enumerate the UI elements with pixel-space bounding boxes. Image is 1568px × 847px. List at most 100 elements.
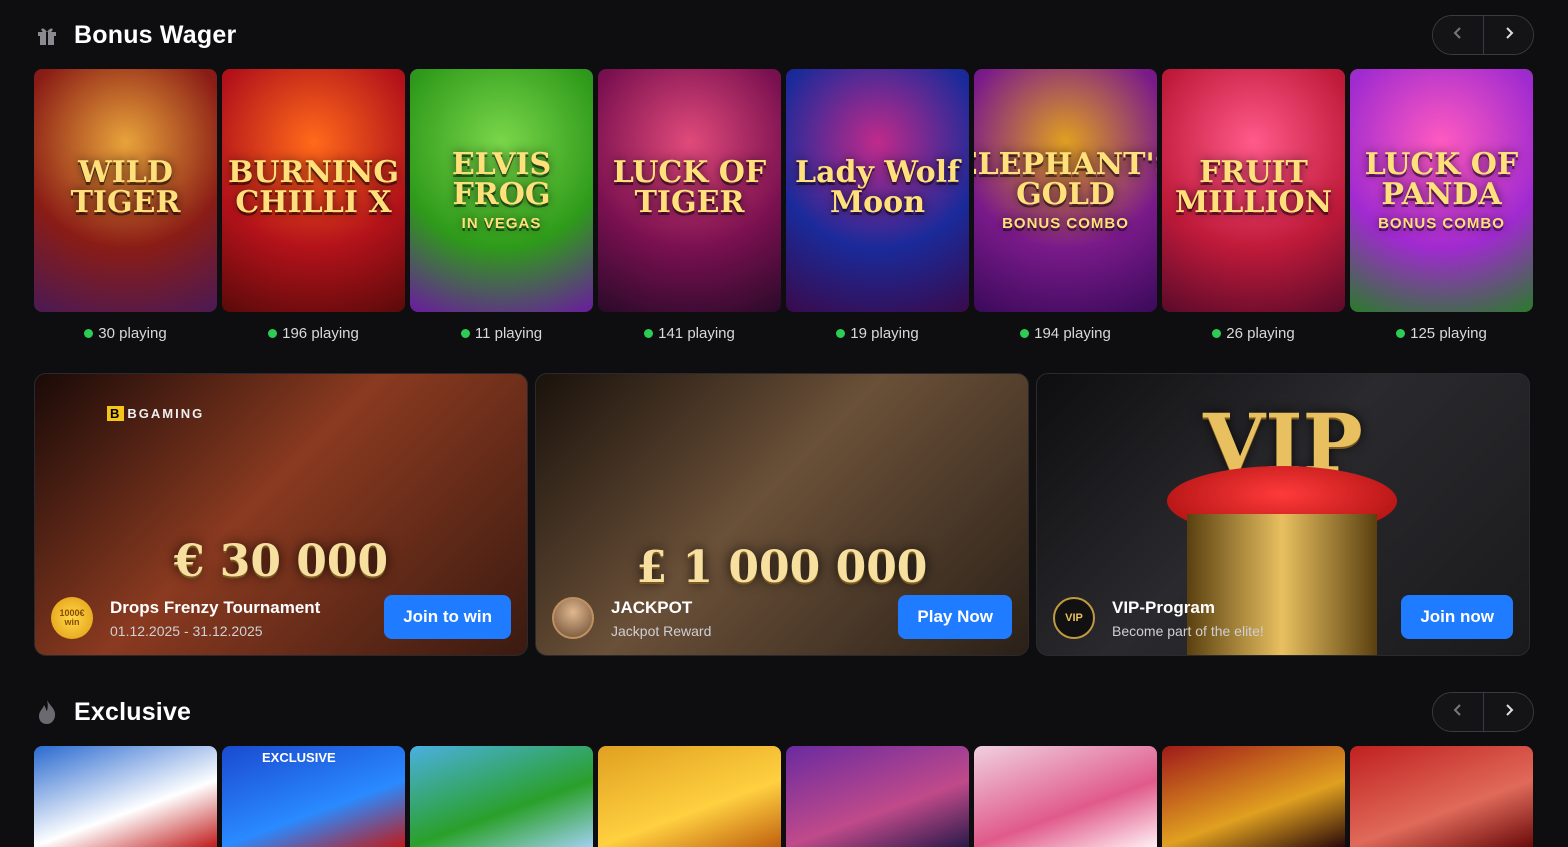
promo-vip[interactable]: VIP VIP VIP-Program Become part of the e…	[1036, 373, 1530, 656]
playing-text: 26 playing	[1226, 325, 1295, 342]
playing-text: 125 playing	[1410, 325, 1487, 342]
player-count: 19 playing	[786, 325, 969, 342]
game-thumbnail[interactable]	[1350, 746, 1533, 847]
game-card[interactable]	[1162, 746, 1345, 847]
join-now-button[interactable]: Join now	[1401, 595, 1513, 639]
player-count: 11 playing	[410, 325, 593, 342]
badge-text: 1000€ win	[59, 608, 85, 627]
player-count: 194 playing	[974, 325, 1157, 342]
game-title: LUCK OF TIGER	[598, 154, 781, 224]
online-dot-icon	[1396, 329, 1406, 338]
promo-tournament[interactable]: B BGAMING € 30 000 1000€ win Drops Frenzy…	[34, 373, 528, 656]
next-button[interactable]	[1483, 16, 1533, 54]
online-dot-icon	[268, 329, 278, 338]
online-dot-icon	[1020, 329, 1030, 338]
player-count: 30 playing	[34, 325, 217, 342]
chevron-right-icon	[1503, 703, 1515, 722]
game-thumbnail[interactable]: WILD TIGER	[34, 69, 217, 312]
join-to-win-button[interactable]: Join to win	[384, 595, 511, 639]
chevron-right-icon	[1503, 26, 1515, 45]
player-count: 26 playing	[1162, 325, 1345, 342]
game-title: FRUIT MILLION	[1162, 154, 1345, 224]
online-dot-icon	[460, 329, 470, 338]
carousel-nav	[1432, 692, 1534, 732]
game-title: ELVIS FROG IN VEGAS	[410, 147, 593, 232]
promo-subtitle: Jackpot Reward	[611, 622, 712, 639]
game-card[interactable]: EXCLUSIVE	[222, 746, 405, 847]
game-title: WILD TIGER	[34, 154, 217, 224]
game-card[interactable]	[974, 746, 1157, 847]
online-dot-icon	[84, 329, 94, 338]
game-card[interactable]	[786, 746, 969, 847]
game-card[interactable]: Lady Wolf Moon 19 playing	[786, 69, 969, 342]
player-count: 196 playing	[222, 325, 405, 342]
playing-text: 141 playing	[658, 325, 735, 342]
online-dot-icon	[644, 329, 654, 338]
badge-text: VIP	[1065, 612, 1083, 624]
game-card[interactable]: FRUIT MILLION 26 playing	[1162, 69, 1345, 342]
vip-badge-icon: VIP	[1053, 597, 1095, 639]
game-name: WILD TIGER	[70, 154, 181, 220]
game-title: BURNING CHILLI X	[222, 154, 405, 224]
promo-banners: B BGAMING € 30 000 1000€ win Drops Frenzy…	[34, 373, 1530, 656]
game-card[interactable]	[598, 746, 781, 847]
player-count: 141 playing	[598, 325, 781, 342]
game-thumbnail[interactable]	[1162, 746, 1345, 847]
avatar	[552, 597, 594, 639]
game-thumbnail[interactable]: LUCK OF PANDA BONUS COMBO	[1350, 69, 1533, 312]
game-thumbnail[interactable]	[598, 746, 781, 847]
game-card[interactable]: ELEPHANT'S GOLD BONUS COMBO 194 playing	[974, 69, 1157, 342]
game-card[interactable]: WILD TIGER 30 playing	[34, 69, 217, 342]
game-card[interactable]: ELVIS FROG IN VEGAS 11 playing	[410, 69, 593, 342]
game-thumbnail[interactable]	[34, 746, 217, 847]
game-subtitle: BONUS COMBO	[1378, 215, 1505, 232]
game-title: LUCK OF PANDA BONUS COMBO	[1350, 147, 1533, 232]
game-name: LUCK OF TIGER	[612, 154, 767, 220]
prize-amount: € 30 000	[173, 536, 389, 587]
section-title: Exclusive	[74, 697, 192, 726]
game-thumbnail[interactable]: ELEPHANT'S GOLD BONUS COMBO	[974, 69, 1157, 312]
game-name: BURNING CHILLI X	[228, 154, 399, 220]
chevron-left-icon	[1452, 26, 1464, 45]
game-thumbnail[interactable]	[974, 746, 1157, 847]
bonus-games-list: WILD TIGER 30 playing BURNING CHILLI X 196 …	[34, 69, 1533, 342]
game-thumbnail[interactable]: BURNING CHILLI X	[222, 69, 405, 312]
exclusive-games-list: EXCLUSIVE	[34, 746, 1533, 847]
game-card[interactable]: BURNING CHILLI X 196 playing	[222, 69, 405, 342]
online-dot-icon	[1212, 329, 1222, 338]
section-title: Bonus Wager	[74, 20, 237, 49]
game-thumbnail[interactable]	[786, 746, 969, 847]
promo-title: Drops Frenzy Tournament	[110, 597, 321, 617]
game-card[interactable]: LUCK OF TIGER 141 playing	[598, 69, 781, 342]
exclusive-label: EXCLUSIVE	[262, 750, 336, 765]
game-card[interactable]	[410, 746, 593, 847]
next-button[interactable]	[1483, 693, 1533, 731]
play-now-button[interactable]: Play Now	[898, 595, 1012, 639]
game-thumbnail[interactable]: ELVIS FROG IN VEGAS	[410, 69, 593, 312]
online-dot-icon	[836, 329, 846, 338]
game-thumbnail[interactable]: LUCK OF TIGER	[598, 69, 781, 312]
promo-jackpot[interactable]: £ 1 000 000 JACKPOT Jackpot Reward Play …	[535, 373, 1029, 656]
game-name: Lady Wolf Moon	[795, 154, 960, 220]
game-thumbnail[interactable]: EXCLUSIVE	[222, 746, 405, 847]
game-name: ELVIS FROG	[451, 147, 552, 212]
provider-logo: B BGAMING	[107, 406, 204, 421]
game-name: LUCK OF PANDA	[1364, 147, 1519, 212]
player-count: 125 playing	[1350, 325, 1533, 342]
game-card[interactable]	[1350, 746, 1533, 847]
game-subtitle: BONUS COMBO	[1002, 215, 1129, 232]
game-subtitle: IN VEGAS	[461, 215, 542, 232]
promo-title: JACKPOT	[611, 597, 693, 617]
game-title: ELEPHANT'S GOLD BONUS COMBO	[974, 150, 1157, 232]
game-thumbnail[interactable]: Lady Wolf Moon	[786, 69, 969, 312]
game-thumbnail[interactable]	[410, 746, 593, 847]
game-card[interactable]	[34, 746, 217, 847]
game-name: FRUIT MILLION	[1174, 154, 1333, 220]
prev-button[interactable]	[1433, 16, 1483, 54]
game-thumbnail[interactable]: FRUIT MILLION	[1162, 69, 1345, 312]
game-card[interactable]: LUCK OF PANDA BONUS COMBO 125 playing	[1350, 69, 1533, 342]
prev-button[interactable]	[1433, 693, 1483, 731]
gift-icon	[34, 22, 60, 48]
carousel-nav	[1432, 15, 1534, 55]
promo-dates: 01.12.2025 - 31.12.2025	[110, 622, 263, 639]
